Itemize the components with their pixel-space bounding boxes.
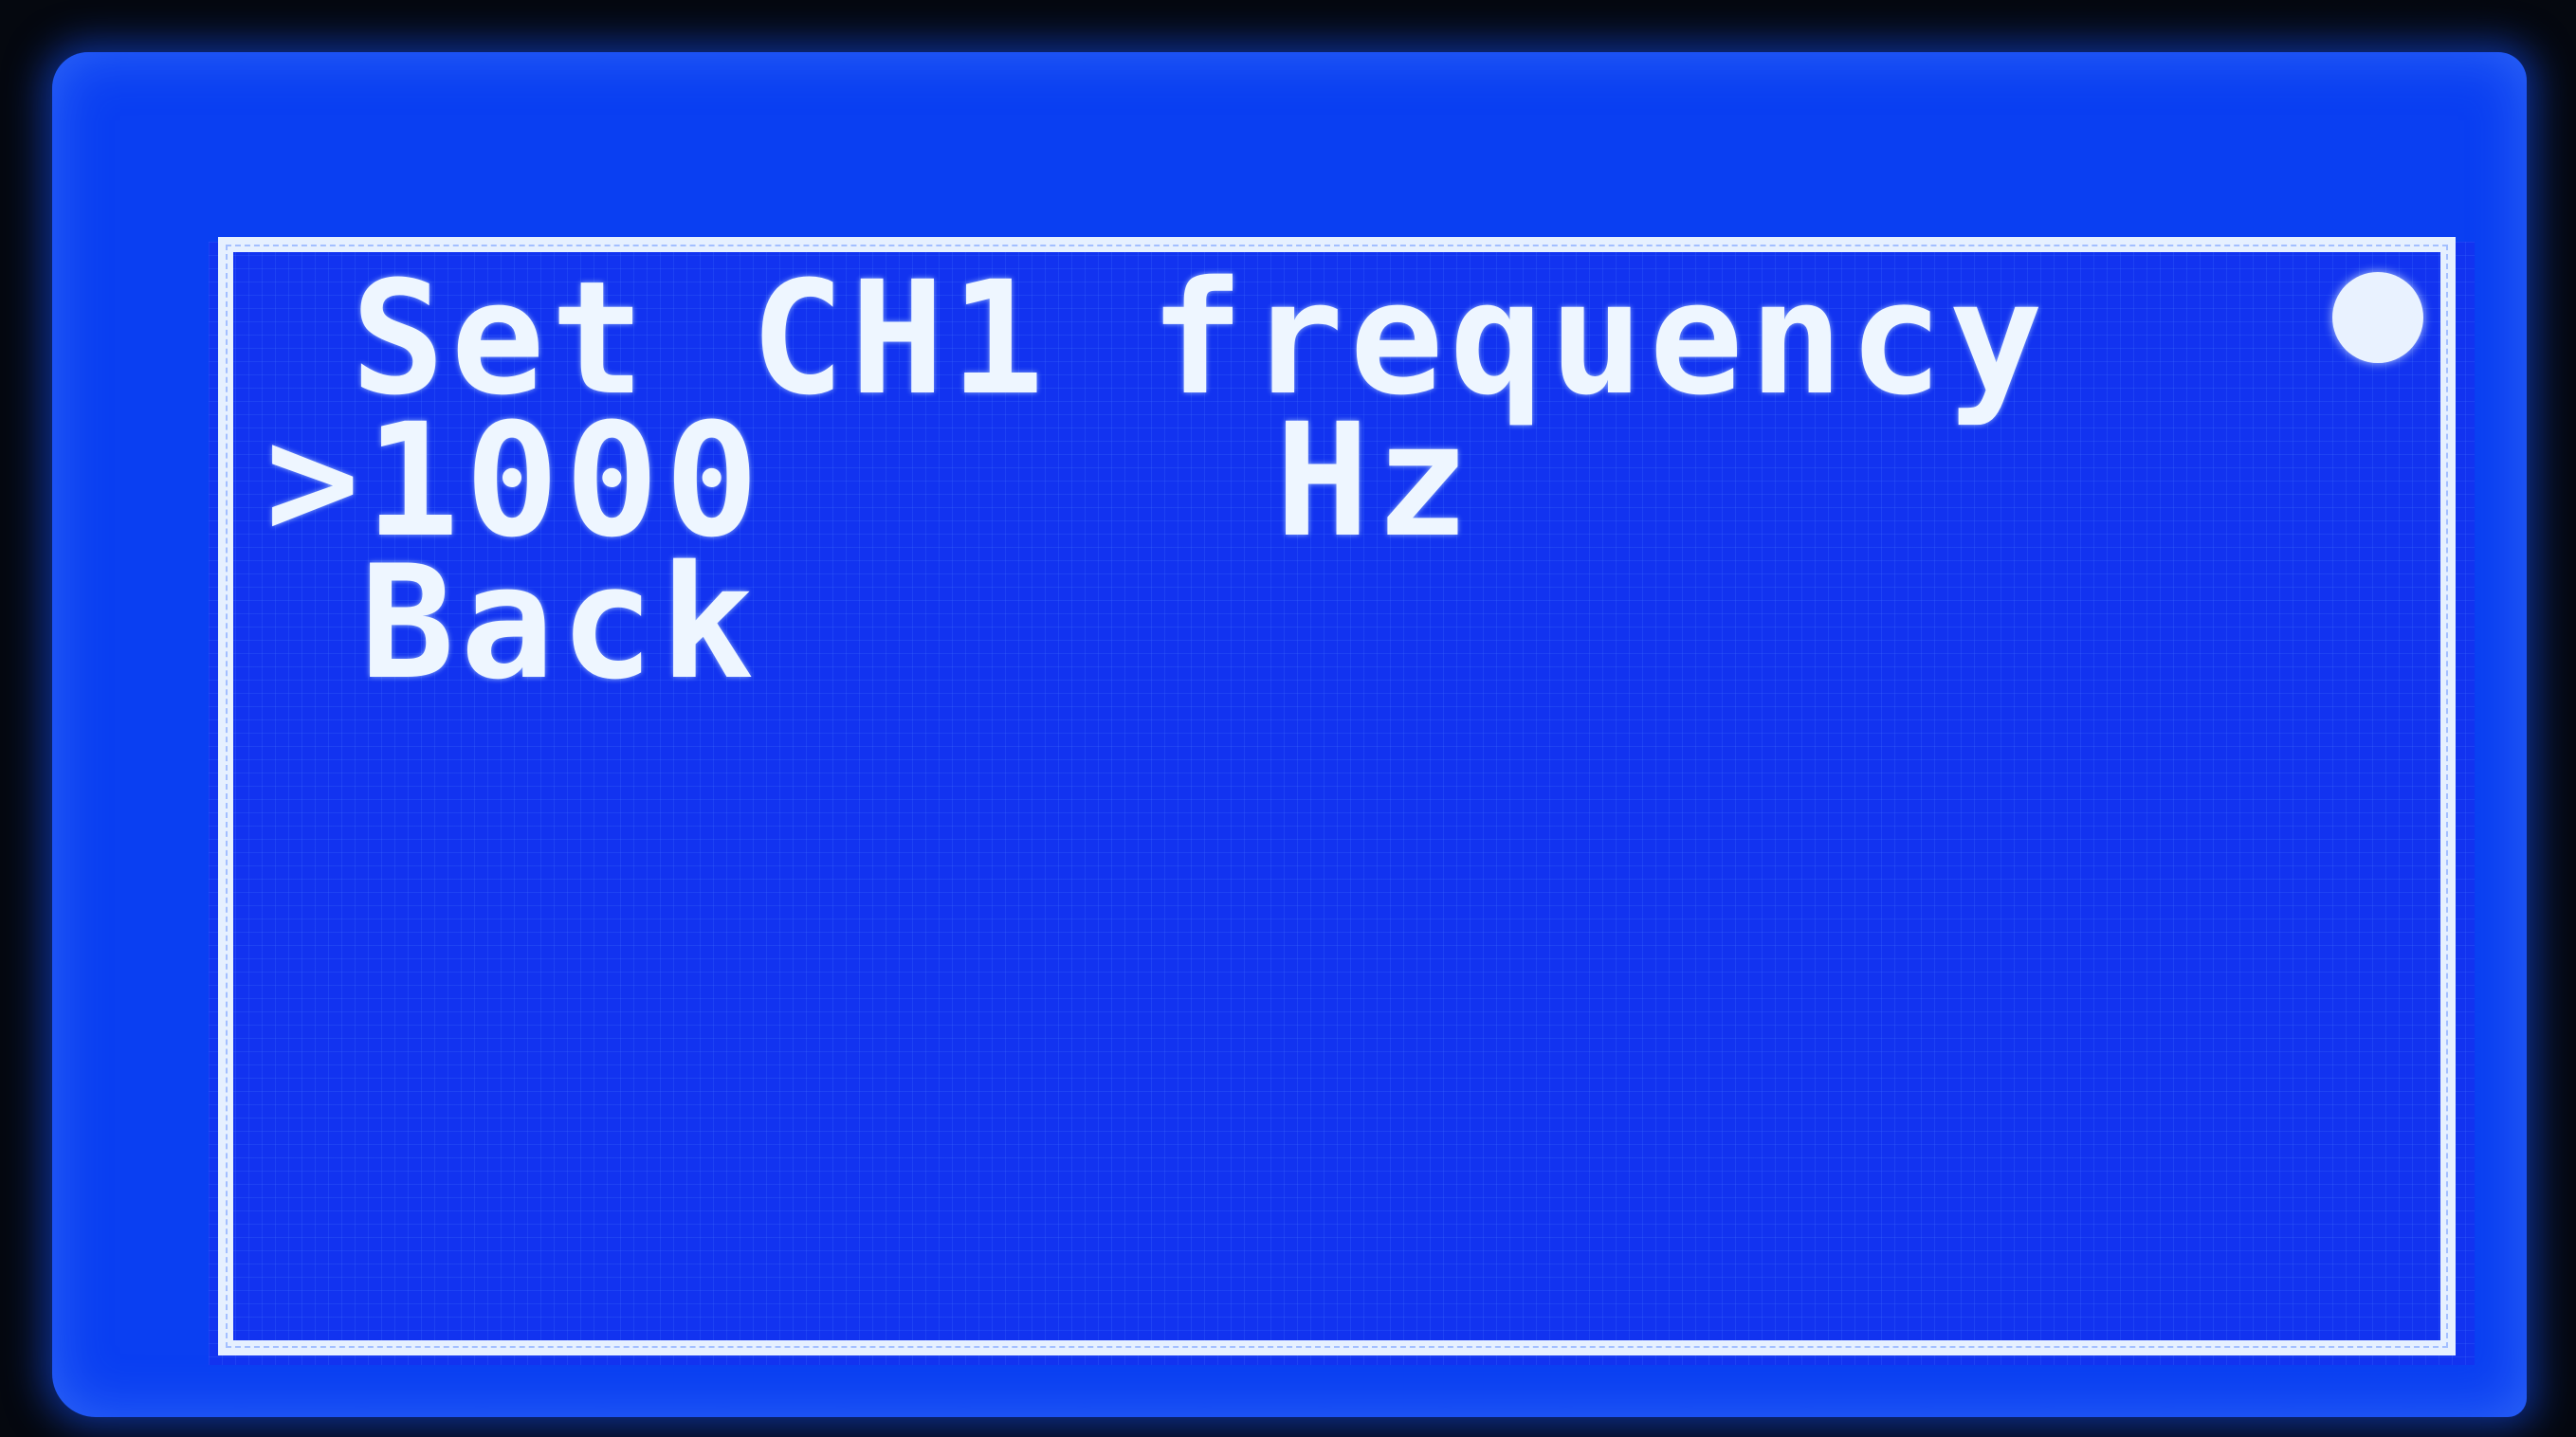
status-dot-icon <box>2332 272 2423 363</box>
selection-cursor-icon: > <box>265 390 366 572</box>
frequency-unit: Hz <box>1275 390 1475 572</box>
back-menu-item[interactable]: Back <box>360 545 759 701</box>
lcd-display: Set CH1 frequency > 1000 Hz Back <box>52 52 2527 1417</box>
